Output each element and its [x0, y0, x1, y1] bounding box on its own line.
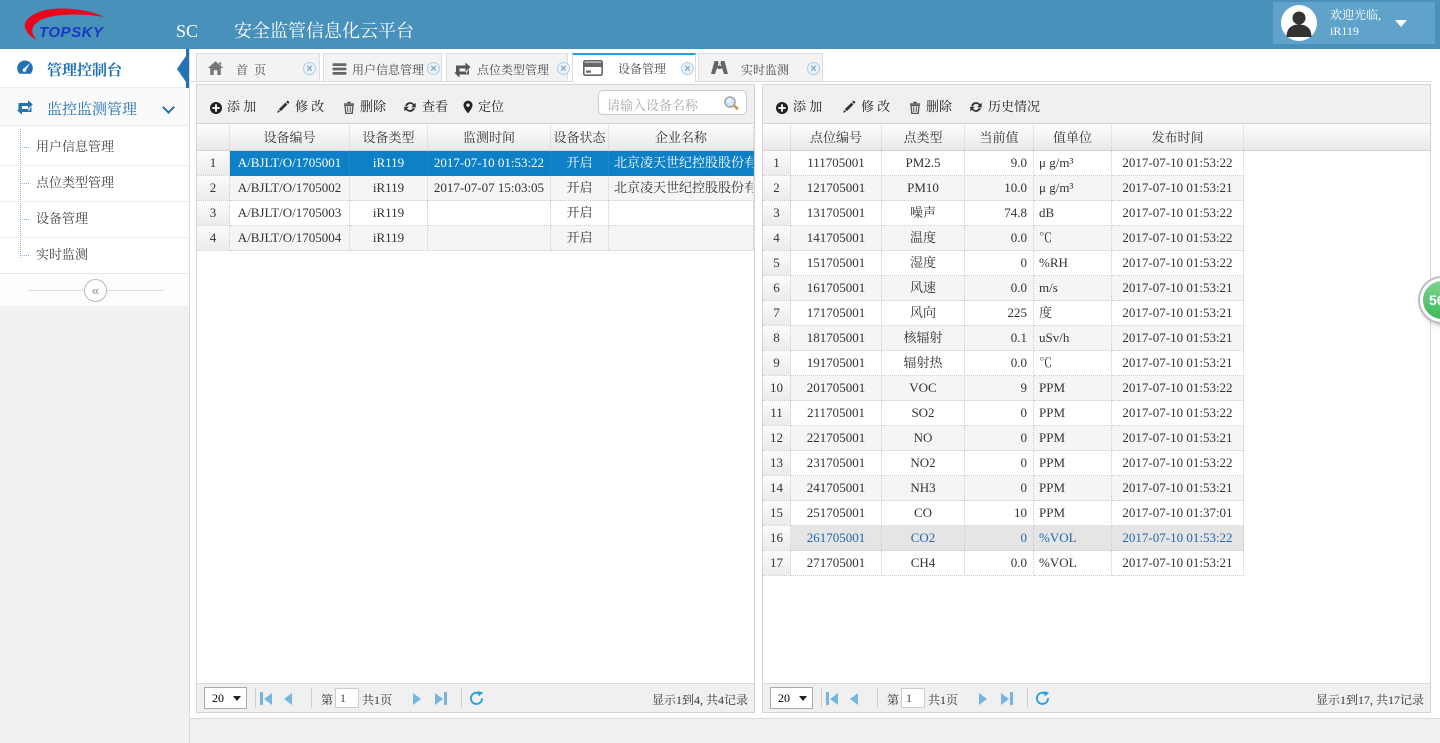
svg-text:TOPSKY: TOPSKY: [39, 24, 105, 41]
